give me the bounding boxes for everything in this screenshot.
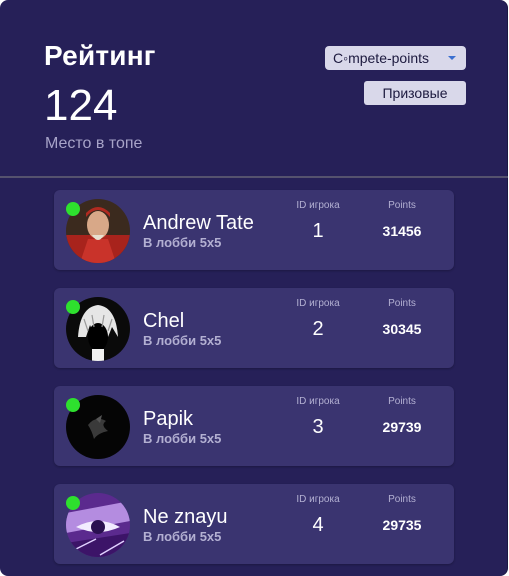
rank-value: 124 — [44, 81, 118, 130]
points-label: Points — [388, 396, 416, 407]
online-indicator — [66, 202, 80, 216]
page-title: Рейтинг — [44, 40, 156, 71]
player-id-label: ID игрока — [296, 298, 340, 309]
player-card[interactable]: Andrew Tate В лобби 5x5 ID игрока Points… — [54, 190, 454, 270]
mode-select[interactable]: C◦mpete-points — [325, 46, 466, 70]
player-points: 29739 — [382, 419, 422, 435]
prizes-button[interactable]: Призовые — [364, 81, 466, 105]
player-card[interactable]: Chel В лобби 5x5 ID игрока Points 2 3034… — [54, 288, 454, 368]
rank-caption: Место в топе — [45, 135, 143, 152]
player-id: 4 — [312, 514, 324, 536]
player-points: 30345 — [382, 321, 422, 337]
divider — [0, 176, 508, 178]
player-id: 2 — [312, 318, 324, 340]
player-name: Ne znayu — [143, 506, 228, 528]
points-label: Points — [388, 298, 416, 309]
player-name: Papik — [143, 408, 194, 430]
player-id-label: ID игрока — [296, 396, 340, 407]
chevron-down-icon — [448, 56, 456, 60]
player-status: В лобби 5x5 — [143, 431, 222, 446]
player-card[interactable]: Papik В лобби 5x5 ID игрока Points 3 297… — [54, 386, 454, 466]
player-id: 3 — [312, 416, 324, 438]
points-label: Points — [388, 200, 416, 211]
player-name: Chel — [143, 310, 185, 332]
player-status: В лобби 5x5 — [143, 333, 222, 348]
online-indicator — [66, 398, 80, 412]
online-indicator — [66, 496, 80, 510]
player-id-label: ID игрока — [296, 494, 340, 505]
player-card[interactable]: Ne znayu В лобби 5x5 ID игрока Points 4 … — [54, 484, 454, 564]
player-status: В лобби 5x5 — [143, 529, 222, 544]
mode-select-value: C◦mpete-points — [333, 50, 430, 66]
player-name: Andrew Tate — [143, 212, 254, 234]
player-points: 31456 — [382, 223, 422, 239]
points-label: Points — [388, 494, 416, 505]
rating-panel: Рейтинг 124 Место в топе C◦mpete-points … — [0, 0, 508, 576]
player-id: 1 — [312, 220, 324, 242]
player-status: В лобби 5x5 — [143, 235, 222, 250]
online-indicator — [66, 300, 80, 314]
player-id-label: ID игрока — [296, 200, 340, 211]
player-points: 29735 — [382, 517, 422, 533]
